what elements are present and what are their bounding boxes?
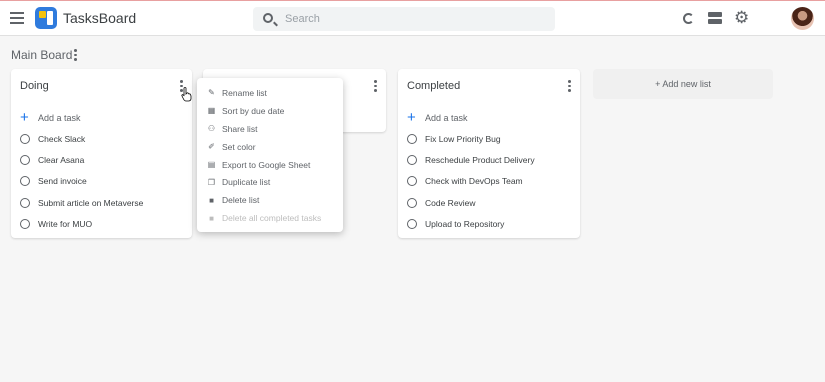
avatar[interactable] <box>791 7 814 30</box>
hand-cursor-icon <box>181 87 192 102</box>
app-title: TasksBoard <box>63 10 137 26</box>
search-input[interactable] <box>285 10 535 28</box>
list-title: Doing <box>20 80 49 92</box>
menu-item-set-color[interactable]: ✐ Set color <box>197 138 343 156</box>
menu-item-export-to-google-sheet[interactable]: ▤ Export to Google Sheet <box>197 156 343 174</box>
settings-gear-icon[interactable]: ⚙ <box>734 9 749 27</box>
list-item[interactable]: Check with DevOps Team <box>407 174 523 188</box>
list-item[interactable]: Write for MUO <box>20 217 92 231</box>
list-item[interactable]: Submit article on Metaverse <box>20 196 143 210</box>
menu-item-label: Rename list <box>222 87 267 98</box>
plus-icon: + <box>407 109 416 126</box>
list-context-menu: ✎ Rename list ▦ Sort by due date ⚇ Share li… <box>197 78 343 232</box>
search-icon <box>263 13 273 23</box>
menu-item-label: Share list <box>222 123 258 134</box>
sheet-icon: ▤ <box>207 160 216 169</box>
task-label: Write for MUO <box>38 219 93 229</box>
menu-item-share-list[interactable]: ⚇ Share list <box>197 120 343 138</box>
search-bar[interactable] <box>253 7 555 31</box>
refresh-icon[interactable] <box>683 13 694 24</box>
copy-icon: ❐ <box>207 177 216 187</box>
list-more-icon[interactable] <box>371 80 379 93</box>
complete-radio-icon[interactable] <box>20 155 30 165</box>
menu-item-delete-all-completed-tasks: ■ Delete all completed tasks <box>197 209 343 227</box>
task-label: Send invoice <box>38 176 87 186</box>
task-label: Upload to Repository <box>425 219 505 229</box>
complete-radio-icon[interactable] <box>20 198 30 208</box>
task-label: Submit article on Metaverse <box>38 198 144 208</box>
menu-item-label: Set color <box>222 141 256 152</box>
task-label: Check with DevOps Team <box>425 176 523 186</box>
task-label: Check Slack <box>38 134 86 144</box>
task-label: Fix Low Priority Bug <box>425 134 501 144</box>
list-doing: Doing + Add a task Check Slack Clear Asa… <box>11 69 192 238</box>
task-label: Code Review <box>425 198 476 208</box>
menu-item-sort-by-due-date[interactable]: ▦ Sort by due date <box>197 102 343 120</box>
list-item[interactable]: Reschedule Product Delivery <box>407 153 535 167</box>
add-task-button[interactable]: + Add a task <box>20 109 81 126</box>
menu-item-delete-list[interactable]: ■ Delete list <box>197 191 343 209</box>
trash-icon: ■ <box>209 213 214 223</box>
board-title[interactable]: Main Board <box>11 48 72 62</box>
list-item[interactable]: Code Review <box>407 196 476 210</box>
menu-item-label: Export to Google Sheet <box>222 159 311 170</box>
view-toggle-icon[interactable] <box>708 12 722 24</box>
add-new-list-button[interactable]: + Add new list <box>593 69 773 99</box>
complete-radio-icon[interactable] <box>407 155 417 165</box>
list-item[interactable]: Send invoice <box>20 174 87 188</box>
complete-radio-icon[interactable] <box>20 176 30 186</box>
menu-item-label: Duplicate list <box>222 177 271 188</box>
board-more-icon[interactable] <box>72 49 78 62</box>
brush-icon: ✐ <box>208 142 215 152</box>
complete-radio-icon[interactable] <box>407 176 417 186</box>
list-item[interactable]: Clear Asana <box>20 153 84 167</box>
hamburger-menu-icon[interactable] <box>10 12 24 24</box>
list-item[interactable]: Check Slack <box>20 132 85 146</box>
add-task-label: Add a task <box>425 113 468 123</box>
top-bar: TasksBoard ⚙ <box>0 0 825 36</box>
calendar-icon: ▦ <box>207 106 216 116</box>
plus-icon: + <box>20 109 29 126</box>
complete-radio-icon[interactable] <box>20 134 30 144</box>
complete-radio-icon[interactable] <box>407 198 417 208</box>
menu-item-label: Delete list <box>222 195 260 206</box>
list-title: Completed <box>407 80 461 92</box>
list-item[interactable]: Fix Low Priority Bug <box>407 132 501 146</box>
menu-item-duplicate-list[interactable]: ❐ Duplicate list <box>197 173 343 191</box>
people-icon: ⚇ <box>207 124 216 134</box>
list-completed: Completed + Add a task Fix Low Priority … <box>398 69 580 238</box>
add-task-button[interactable]: + Add a task <box>407 109 468 126</box>
menu-item-label: Sort by due date <box>222 105 285 116</box>
task-label: Clear Asana <box>38 155 85 165</box>
tasksboard-logo-icon <box>35 7 57 29</box>
list-item[interactable]: Upload to Repository <box>407 217 504 231</box>
menu-item-label: Delete all completed tasks <box>222 213 322 224</box>
trash-icon: ■ <box>209 195 214 205</box>
list-more-icon[interactable] <box>565 80 573 93</box>
complete-radio-icon[interactable] <box>20 219 30 229</box>
pencil-icon: ✎ <box>208 88 215 98</box>
complete-radio-icon[interactable] <box>407 219 417 229</box>
task-label: Reschedule Product Delivery <box>425 155 535 165</box>
add-task-label: Add a task <box>38 113 81 123</box>
complete-radio-icon[interactable] <box>407 134 417 144</box>
menu-item-rename-list[interactable]: ✎ Rename list <box>197 84 343 102</box>
